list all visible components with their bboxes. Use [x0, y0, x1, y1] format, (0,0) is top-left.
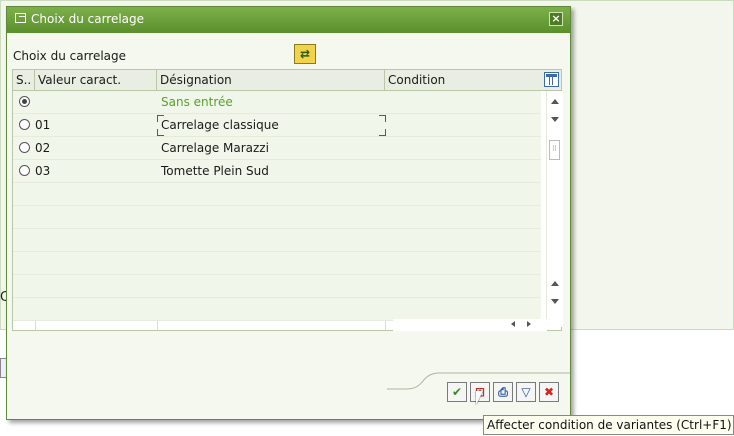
table-row-empty [13, 206, 541, 229]
window-icon [15, 13, 26, 23]
table-rows: Sans entrée 01 Carrelage classique 02 Ca… [13, 91, 541, 321]
designation-cell: Carrelage Marazzi [161, 141, 269, 155]
value-cell: 02 [35, 141, 51, 155]
cell-focus-marker [379, 115, 386, 122]
designation-cell: Tomette Plein Sud [161, 164, 269, 178]
scroll-page-up-icon[interactable] [551, 281, 559, 286]
column-header-value[interactable]: Valeur caract. [35, 70, 157, 90]
table-row-empty [13, 252, 541, 275]
column-header-selection[interactable]: S.. [13, 70, 35, 90]
checkmark-icon: ✔ [451, 385, 463, 399]
cell-focus-marker [379, 129, 386, 136]
tile-selection-dialog: Choix du carrelage × Choix du carrelage … [6, 6, 571, 420]
cell-focus-marker [157, 115, 164, 122]
scrollbar-thumb[interactable]: ⠿ [549, 140, 560, 160]
row-radio[interactable] [19, 119, 30, 130]
filter-icon: ▽ [521, 385, 531, 399]
vertical-scrollbar[interactable]: ⠿ [546, 91, 563, 327]
background-area-right [570, 0, 734, 330]
filter-button[interactable]: ▽ [516, 382, 536, 402]
table-row-empty [13, 275, 541, 298]
cancel-button[interactable]: ✖ [539, 382, 559, 402]
refresh-button[interactable]: ⇄ [294, 44, 316, 64]
scroll-page-down-icon[interactable] [551, 299, 559, 304]
scroll-left-icon[interactable] [511, 321, 515, 327]
table-row[interactable]: 02 Carrelage Marazzi [13, 137, 541, 160]
designation-cell: Carrelage classique [161, 118, 279, 132]
value-cell: 01 [35, 118, 51, 132]
close-button[interactable]: × [549, 12, 563, 26]
table-header: S.. Valeur caract. Désignation Condition [13, 70, 561, 91]
cell-focus-marker [157, 129, 164, 136]
table-title: Choix du carrelage [13, 49, 127, 63]
cancel-icon: ✖ [543, 385, 555, 399]
scroll-up-icon[interactable] [551, 99, 559, 104]
scroll-right-icon[interactable] [527, 321, 531, 327]
column-header-designation[interactable]: Désignation [157, 70, 385, 90]
column-settings-icon[interactable] [544, 72, 559, 87]
table-row[interactable]: Sans entrée [13, 91, 541, 114]
table-row[interactable]: 03 Tomette Plein Sud [13, 160, 541, 183]
dialog-title-bar[interactable]: Choix du carrelage × [7, 7, 570, 33]
tooltip: Affecter condition de variantes (Ctrl+F1… [483, 415, 734, 435]
confirm-button[interactable]: ✔ [447, 382, 467, 402]
row-radio[interactable] [19, 96, 30, 107]
row-radio[interactable] [19, 142, 30, 153]
table-row[interactable]: 01 Carrelage classique [13, 114, 541, 137]
column-header-condition[interactable]: Condition [385, 70, 543, 90]
values-table: S.. Valeur caract. Désignation Condition… [12, 69, 563, 331]
table-row-empty [13, 183, 541, 206]
table-row-empty [13, 298, 541, 321]
mouse-cursor-icon [476, 391, 483, 405]
refresh-icon: ⇄ [299, 47, 311, 61]
designation-cell: Sans entrée [161, 95, 233, 109]
print-button[interactable]: ⎙ [493, 382, 513, 402]
horizontal-scrollbar[interactable] [393, 319, 547, 331]
table-row-empty [13, 229, 541, 252]
dialog-title: Choix du carrelage [31, 12, 145, 26]
value-cell: 03 [35, 164, 51, 178]
row-radio[interactable] [19, 165, 30, 176]
scroll-down-icon[interactable] [551, 117, 559, 122]
printer-icon: ⎙ [498, 385, 508, 399]
